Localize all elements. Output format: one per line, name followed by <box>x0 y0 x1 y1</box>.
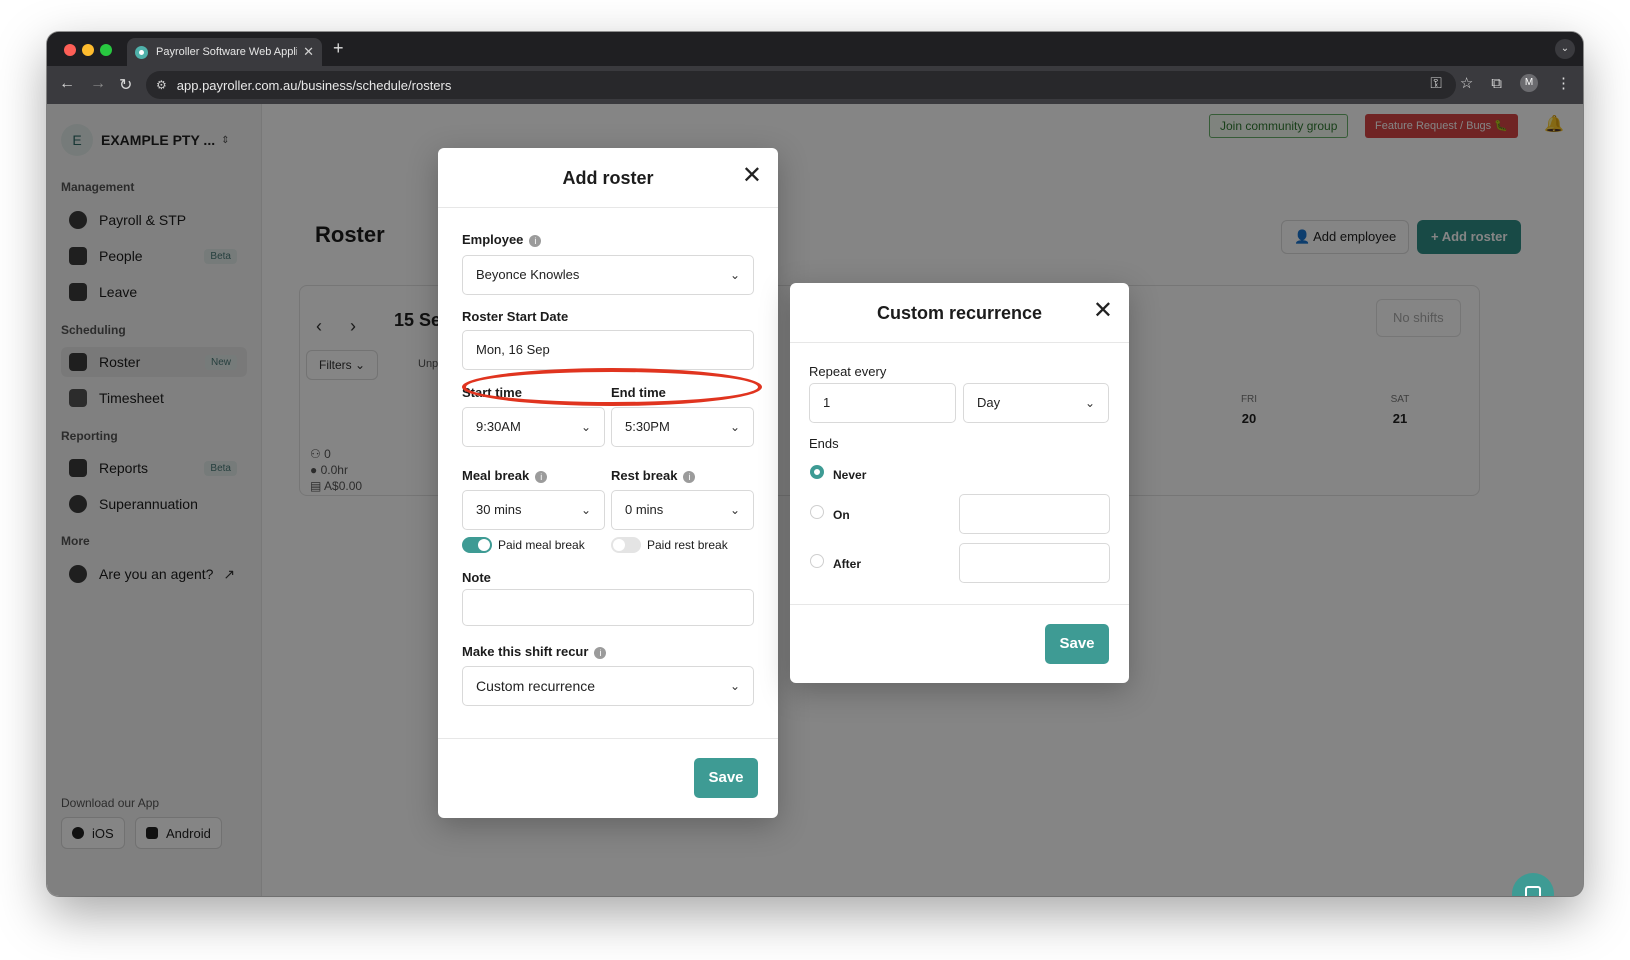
info-icon[interactable]: i <box>594 646 607 659</box>
save-roster-button[interactable]: Save <box>694 758 758 798</box>
employee-value: Beyonce Knowles <box>476 267 580 282</box>
start-date-value: Mon, 16 Sep <box>476 342 550 357</box>
extensions-icon[interactable]: ⧉ <box>1491 75 1502 92</box>
highlight-annotation-ellipse <box>462 368 762 406</box>
site-settings-icon[interactable]: ⚙ <box>156 78 167 92</box>
address-bar: ← → ↻ ⚙ app.payroller.com.au/business/sc… <box>47 66 1583 104</box>
custom-recurrence-modal: Custom recurrence ✕ Repeat every 1 Day ⌄… <box>790 283 1129 683</box>
start-date-input[interactable]: Mon, 16 Sep <box>462 330 754 370</box>
browser-menu-icon[interactable]: ⋮ <box>1556 74 1571 92</box>
save-recurrence-button[interactable]: Save <box>1045 624 1109 664</box>
repeat-unit-value: Day <box>977 395 1001 410</box>
meal-break-label: Meal break i <box>462 468 548 483</box>
ends-on-label: On <box>833 508 850 522</box>
info-icon[interactable]: i <box>683 470 696 483</box>
note-textarea[interactable] <box>462 589 754 626</box>
chat-icon <box>1525 886 1541 896</box>
ends-label: Ends <box>809 436 839 451</box>
start-date-label: Roster Start Date <box>462 309 569 324</box>
footer-divider <box>438 738 778 739</box>
close-icon[interactable]: ✕ <box>742 162 762 190</box>
custom-recurrence-title: Custom recurrence <box>876 303 1043 323</box>
password-key-icon[interactable]: ⚿ <box>1430 75 1441 92</box>
recur-label-text: Make this shift recur <box>462 644 589 659</box>
chevron-down-icon: ⌄ <box>729 503 740 517</box>
minimize-window-button[interactable] <box>82 44 94 56</box>
chevron-down-icon: ⌄ <box>729 268 740 282</box>
browser-tab[interactable]: Payroller Software Web Appli ✕ <box>127 38 322 66</box>
end-time-select[interactable]: 5:30PM ⌄ <box>611 407 754 447</box>
meal-break-select[interactable]: 30 mins ⌄ <box>462 490 605 530</box>
url-text: app.payroller.com.au/business/schedule/r… <box>176 77 452 93</box>
note-label: Note <box>462 570 491 585</box>
footer-divider <box>790 604 1129 605</box>
paid-rest-break-toggle[interactable] <box>611 537 641 553</box>
add-roster-header: Add roster ✕ <box>438 148 778 208</box>
start-time-value: 9:30AM <box>476 419 521 434</box>
ends-on-date-input[interactable] <box>959 494 1110 534</box>
forward-arrow-icon[interactable]: → <box>90 75 106 93</box>
paid-rest-break-label: Paid rest break <box>647 538 728 552</box>
recur-label: Make this shift recur i <box>462 644 607 659</box>
toggle-knob <box>613 539 625 551</box>
new-tab-button[interactable]: + <box>333 38 344 59</box>
repeat-unit-select[interactable]: Day ⌄ <box>963 383 1109 423</box>
recurrence-select[interactable]: Custom recurrence ⌄ <box>462 666 754 706</box>
custom-recurrence-header: Custom recurrence ✕ <box>790 283 1129 343</box>
ends-after-count-input[interactable] <box>959 543 1110 583</box>
rest-break-select[interactable]: 0 mins ⌄ <box>611 490 754 530</box>
repeat-count-input[interactable]: 1 <box>809 383 956 423</box>
tab-search-icon[interactable]: ⌄ <box>1555 39 1575 59</box>
repeat-count-value: 1 <box>823 395 831 410</box>
rest-break-label-text: Rest break <box>611 468 678 483</box>
back-arrow-icon[interactable]: ← <box>59 75 75 93</box>
chevron-down-icon: ⌄ <box>729 420 740 434</box>
browser-window: Payroller Software Web Appli ✕ + ⌄ ← → ↻… <box>47 32 1583 896</box>
toggle-knob <box>478 539 490 551</box>
payroller-favicon-icon <box>135 45 148 59</box>
add-roster-modal: Add roster ✕ Employee i Beyonce Knowles ⌄… <box>438 148 778 818</box>
chevron-down-icon: ⌄ <box>580 420 591 434</box>
close-icon[interactable]: ✕ <box>1093 297 1113 325</box>
chevron-down-icon: ⌄ <box>729 679 740 693</box>
meal-break-label-text: Meal break <box>462 468 530 483</box>
tab-bar: Payroller Software Web Appli ✕ + ⌄ <box>47 32 1583 66</box>
employee-label: Employee i <box>462 232 542 247</box>
end-time-value: 5:30PM <box>625 419 670 434</box>
tab-title: Payroller Software Web Appli <box>156 46 298 58</box>
ends-after-radio[interactable] <box>810 554 824 568</box>
bookmark-star-icon[interactable]: ☆ <box>1460 74 1473 92</box>
start-time-select[interactable]: 9:30AM ⌄ <box>462 407 605 447</box>
ends-after-label: After <box>833 557 862 571</box>
repeat-every-label: Repeat every <box>809 364 887 379</box>
profile-avatar[interactable]: M <box>1520 74 1538 92</box>
close-window-button[interactable] <box>64 44 76 56</box>
add-roster-title: Add roster <box>562 168 654 188</box>
reload-icon[interactable]: ↻ <box>119 75 132 95</box>
ends-never-label: Never <box>833 468 867 482</box>
chevron-down-icon: ⌄ <box>1084 396 1095 410</box>
info-icon[interactable]: i <box>529 234 542 247</box>
info-icon[interactable]: i <box>535 470 548 483</box>
employee-select[interactable]: Beyonce Knowles ⌄ <box>462 255 754 295</box>
app-page: E EXAMPLE PTY ... ⇕ Management Payroll &… <box>47 104 1583 896</box>
ends-never-radio[interactable] <box>810 465 824 479</box>
url-field[interactable]: ⚙ app.payroller.com.au/business/schedule… <box>146 71 1456 99</box>
chevron-down-icon: ⌄ <box>580 503 591 517</box>
paid-meal-break-toggle[interactable] <box>462 537 492 553</box>
rest-break-value: 0 mins <box>625 502 664 517</box>
browser-actions: ⚿ ☆ ⧉ M ⋮ <box>1430 74 1571 92</box>
tab-close-icon[interactable]: ✕ <box>303 44 314 60</box>
paid-meal-break-label: Paid meal break <box>498 538 585 552</box>
maximize-window-button[interactable] <box>100 44 112 56</box>
rest-break-label: Rest break i <box>611 468 696 483</box>
meal-break-value: 30 mins <box>476 502 522 517</box>
recurrence-value: Custom recurrence <box>476 678 596 694</box>
ends-on-radio[interactable] <box>810 505 824 519</box>
employee-label-text: Employee <box>462 232 524 247</box>
